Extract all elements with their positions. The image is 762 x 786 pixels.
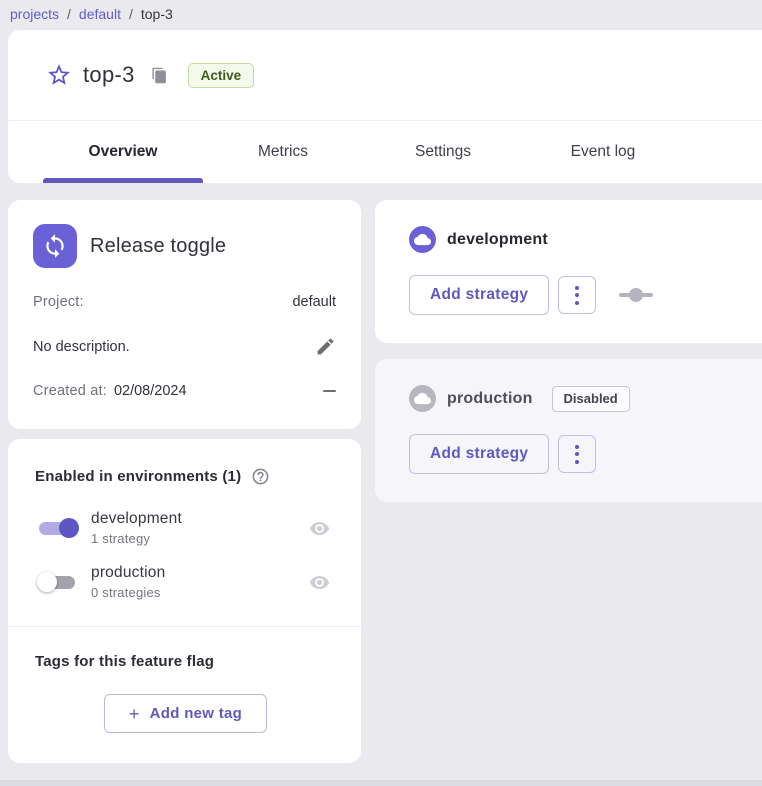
breadcrumb-separator: / — [129, 6, 133, 22]
breadcrumb-link-projects[interactable]: projects — [10, 6, 59, 22]
tags-section: Tags for this feature flag + Add new tag — [8, 627, 361, 763]
disabled-badge: Disabled — [552, 386, 630, 412]
visibility-eye-icon[interactable] — [309, 572, 330, 593]
tab-overview-label: Overview — [89, 143, 158, 161]
cloud-icon — [409, 385, 436, 412]
environment-menu-button[interactable] — [558, 435, 596, 473]
environment-card-header: production Disabled — [409, 385, 762, 412]
tab-overview[interactable]: Overview — [43, 121, 203, 183]
bottom-edge-divider — [0, 780, 762, 786]
created-value: 02/08/2024 — [114, 383, 187, 399]
environment-name: development — [91, 510, 309, 528]
environment-card-production: production Disabled Add strategy — [375, 359, 762, 502]
feature-header-card: top-3 Active Overview Metrics Settings E… — [8, 30, 762, 183]
collapse-details-icon[interactable] — [323, 390, 336, 393]
feature-tabs: Overview Metrics Settings Event log — [8, 120, 762, 183]
environment-card-name: development — [447, 231, 548, 249]
development-toggle[interactable] — [35, 516, 81, 540]
breadcrumb: projects / default / top-3 — [0, 0, 762, 22]
breadcrumb-link-default[interactable]: default — [79, 6, 121, 22]
project-value: default — [292, 294, 336, 310]
description-text: No description. — [33, 339, 130, 355]
tab-metrics[interactable]: Metrics — [203, 121, 363, 183]
environment-actions: Add strategy — [409, 275, 762, 315]
environment-texts: production 0 strategies — [91, 564, 309, 600]
environment-strategy-count: 0 strategies — [91, 585, 309, 600]
environment-card-development: development Add strategy — [375, 200, 762, 343]
tab-settings-label: Settings — [415, 143, 471, 161]
environment-actions: Add strategy — [409, 434, 762, 474]
overview-content: Release toggle Project: default No descr… — [0, 200, 762, 763]
enabled-environments-title: Enabled in environments (1) — [35, 468, 241, 485]
environment-row-development: development 1 strategy — [35, 510, 336, 546]
environment-texts: development 1 strategy — [91, 510, 309, 546]
environment-name: production — [91, 564, 309, 582]
breadcrumb-current: top-3 — [141, 6, 173, 22]
strategy-connector-icon — [619, 287, 653, 303]
visibility-eye-icon[interactable] — [309, 518, 330, 539]
tab-settings[interactable]: Settings — [363, 121, 523, 183]
created-row: Created at: 02/08/2024 — [33, 383, 336, 399]
plus-icon: + — [129, 707, 140, 721]
page-title: top-3 — [83, 62, 135, 88]
add-new-tag-button[interactable]: + Add new tag — [104, 694, 267, 733]
feature-title-row: top-3 Active — [8, 30, 762, 120]
environments-card: Enabled in environments (1) development … — [8, 439, 361, 763]
tab-metrics-label: Metrics — [258, 143, 308, 161]
environment-card-header: development — [409, 226, 762, 253]
release-toggle-icon — [33, 224, 77, 268]
description-row: No description. — [33, 336, 336, 357]
breadcrumb-separator: / — [67, 6, 71, 22]
overview-left-column: Release toggle Project: default No descr… — [8, 200, 361, 763]
enabled-environments-header: Enabled in environments (1) — [35, 467, 336, 486]
project-row: Project: default — [33, 294, 336, 310]
flag-type-header: Release toggle — [33, 224, 336, 268]
status-badge: Active — [188, 63, 255, 88]
tags-title: Tags for this feature flag — [35, 653, 336, 670]
help-icon[interactable] — [251, 467, 270, 486]
production-toggle[interactable] — [35, 570, 81, 594]
edit-description-icon[interactable] — [315, 336, 336, 357]
environment-row-production: production 0 strategies — [35, 564, 336, 600]
cloud-icon — [409, 226, 436, 253]
tab-event-log-label: Event log — [571, 143, 636, 161]
tab-event-log[interactable]: Event log — [523, 121, 683, 183]
enabled-environments-section: Enabled in environments (1) development … — [8, 439, 361, 626]
add-strategy-button[interactable]: Add strategy — [409, 434, 549, 474]
created-label: Created at: — [33, 383, 107, 399]
environment-card-name: production — [447, 390, 533, 408]
active-tab-indicator — [43, 178, 203, 183]
project-label: Project: — [33, 294, 84, 310]
flag-type-card: Release toggle Project: default No descr… — [8, 200, 361, 429]
copy-name-icon[interactable] — [151, 66, 168, 85]
environments-panel: development Add strategy production Disa… — [375, 200, 762, 502]
add-new-tag-label: Add new tag — [150, 705, 242, 722]
favorite-star-icon[interactable] — [46, 62, 72, 88]
environment-strategy-count: 1 strategy — [91, 531, 309, 546]
add-strategy-button[interactable]: Add strategy — [409, 275, 549, 315]
environment-menu-button[interactable] — [558, 276, 596, 314]
flag-type-label: Release toggle — [90, 235, 226, 258]
